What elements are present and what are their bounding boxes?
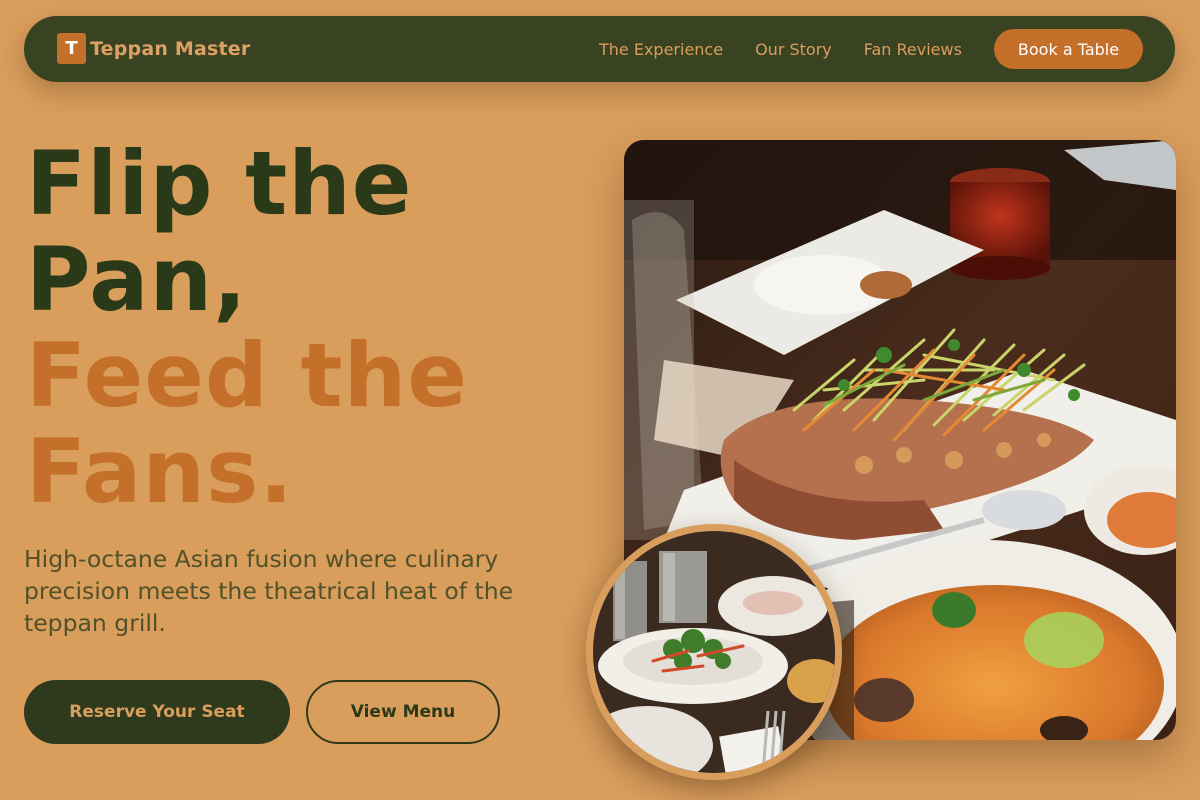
nav-link-fan-reviews[interactable]: Fan Reviews <box>864 40 962 59</box>
brand-name: Teppan Master <box>90 37 251 60</box>
headline-line-2: Pan, <box>26 228 248 331</box>
brand-logo[interactable]: T Teppan Master <box>57 33 250 64</box>
hero-headline: Flip the Pan, Feed the Fans. <box>26 136 468 520</box>
inset-food-image <box>586 524 842 780</box>
nav-links: The Experience Our Story Fan Reviews <box>599 16 994 82</box>
headline-line-1: Flip the <box>26 132 413 235</box>
reserve-seat-button[interactable]: Reserve Your Seat <box>24 680 290 744</box>
hero-subtitle: High-octane Asian fusion where culinary … <box>24 545 514 637</box>
nav-link-experience[interactable]: The Experience <box>599 40 723 59</box>
headline-line-4: Fans. <box>26 420 294 523</box>
nav-link-our-story[interactable]: Our Story <box>755 40 832 59</box>
view-menu-button[interactable]: View Menu <box>306 680 500 744</box>
headline-line-3: Feed the <box>26 324 468 427</box>
top-navbar: T Teppan Master The Experience Our Story… <box>24 16 1175 82</box>
book-table-button[interactable]: Book a Table <box>994 29 1143 69</box>
logo-mark-icon: T <box>57 33 86 64</box>
